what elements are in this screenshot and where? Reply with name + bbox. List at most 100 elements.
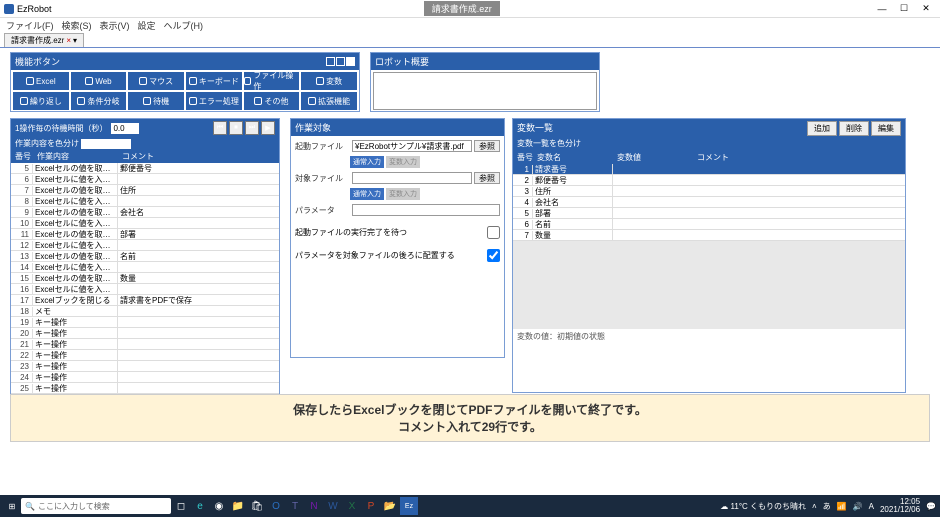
wifi-icon[interactable]: 📶 (837, 502, 847, 511)
var-row[interactable]: 7数量 (513, 230, 905, 241)
color-input[interactable] (81, 139, 131, 149)
ops-row[interactable]: 24キー操作 (11, 372, 279, 383)
var-row[interactable]: 1請求番号 (513, 164, 905, 175)
ime-icon[interactable]: あ (823, 501, 831, 512)
fn-button-6[interactable]: 繰り返し (13, 92, 69, 110)
ops-row[interactable]: 11Excelセルの値を取…部署 (11, 229, 279, 240)
var-row[interactable]: 5部署 (513, 208, 905, 219)
store-icon[interactable]: 🛍 (248, 497, 266, 515)
explorer-icon[interactable]: 📁 (229, 497, 247, 515)
tab-dropdown-icon[interactable]: ▾ (73, 36, 77, 45)
ops-row[interactable]: 18メモ (11, 306, 279, 317)
var-edit-button[interactable]: 編集 (871, 121, 901, 136)
maximize-button[interactable]: ☐ (894, 2, 914, 16)
taskbar-search[interactable]: 🔍 ここに入力して検索 (21, 498, 171, 514)
ime-a-icon[interactable]: A (869, 502, 874, 511)
clock-date[interactable]: 2021/12/06 (880, 506, 920, 514)
ops-row[interactable]: 14Excelセルに値を入… (11, 262, 279, 273)
folder-icon[interactable]: 📂 (381, 497, 399, 515)
ops-row[interactable]: 17Excelブックを閉じる請求書をPDFで保存 (11, 295, 279, 306)
ops-row[interactable]: 16Excelセルに値を入… (11, 284, 279, 295)
teams-icon[interactable]: T (286, 497, 304, 515)
ops-row[interactable]: 20キー操作 (11, 328, 279, 339)
task-view-icon[interactable]: ◻ (172, 497, 190, 515)
ops-row[interactable]: 6Excelセルに値を入… (11, 174, 279, 185)
ops-row[interactable]: 15Excelセルの値を取…数量 (11, 273, 279, 284)
var-row[interactable]: 4会社名 (513, 197, 905, 208)
ops-row[interactable]: 25キー操作 (11, 383, 279, 394)
ops-row[interactable]: 12Excelセルに値を入… (11, 240, 279, 251)
var-del-button[interactable]: 削除 (839, 121, 869, 136)
menu-settings[interactable]: 設定 (138, 19, 156, 32)
fn-button-3[interactable]: キーボード (186, 72, 242, 90)
fn-button-2[interactable]: マウス (128, 72, 184, 90)
tab-close-icon[interactable]: × (66, 36, 71, 45)
close-button[interactable]: ✕ (916, 2, 936, 16)
var-add-button[interactable]: 追加 (807, 121, 837, 136)
onenote-icon[interactable]: N (305, 497, 323, 515)
fn-button-5[interactable]: 変数 (301, 72, 357, 90)
wait-run-checkbox[interactable] (487, 226, 500, 239)
fn-button-4[interactable]: ファイル操作 (244, 72, 300, 90)
weather-widget[interactable]: ☁ 11°C くもりのち晴れ (720, 501, 806, 512)
menu-file[interactable]: ファイル(F) (6, 19, 54, 32)
ops-row[interactable]: 13Excelセルの値を取…名前 (11, 251, 279, 262)
ops-row[interactable]: 19キー操作 (11, 317, 279, 328)
banner-line1: 保存したらExcelブックを閉じてPDFファイルを開いて終了です。 (293, 401, 647, 418)
normal-input-button[interactable]: 通常入力 (350, 156, 384, 168)
fn-button-11[interactable]: 拡張機能 (301, 92, 357, 110)
var-row[interactable]: 2郵便番号 (513, 175, 905, 186)
chrome-icon[interactable]: ◉ (210, 497, 228, 515)
fn-button-1[interactable]: Web (71, 72, 127, 90)
launch-ref-button[interactable]: 参照 (474, 140, 500, 152)
menubar: ファイル(F) 検索(S) 表示(V) 設定 ヘルプ(H) (0, 18, 940, 32)
start-button[interactable]: ⊞ (4, 498, 20, 514)
wait-time-input[interactable] (111, 123, 139, 134)
tray-chevron-icon[interactable]: ˄ (812, 502, 817, 511)
fn-button-9[interactable]: エラー処理 (186, 92, 242, 110)
menu-search[interactable]: 検索(S) (62, 19, 92, 32)
target-file-input[interactable] (352, 172, 472, 184)
ops-row[interactable]: 5Excelセルの値を取…郵便番号 (11, 163, 279, 174)
ops-row[interactable]: 23キー操作 (11, 361, 279, 372)
volume-icon[interactable]: 🔊 (853, 502, 863, 511)
fn-button-0[interactable]: Excel (13, 72, 69, 90)
place-after-checkbox[interactable] (487, 249, 500, 262)
ops-row[interactable]: 21キー操作 (11, 339, 279, 350)
tab-document[interactable]: 請求書作成.ezr × ▾ (4, 33, 84, 47)
ops-row[interactable]: 7Excelセルの値を取…住所 (11, 185, 279, 196)
fn-button-10[interactable]: その他 (244, 92, 300, 110)
ops-row[interactable]: 10Excelセルに値を入… (11, 218, 279, 229)
ops-row[interactable]: 9Excelセルの値を取…会社名 (11, 207, 279, 218)
play-icon[interactable]: ▶ (261, 121, 275, 135)
stop-icon[interactable]: ⏹ (229, 121, 243, 135)
normal-input-button-2[interactable]: 通常入力 (350, 188, 384, 200)
powerpoint-icon[interactable]: P (362, 497, 380, 515)
var-input-button[interactable]: 変数入力 (386, 156, 420, 168)
panel-title: 作業対象 (295, 121, 331, 134)
menu-view[interactable]: 表示(V) (100, 19, 130, 32)
edge-icon[interactable]: e (191, 497, 209, 515)
fn-button-8[interactable]: 待機 (128, 92, 184, 110)
param-input[interactable] (352, 204, 500, 216)
step-icon[interactable]: ⏭ (245, 121, 259, 135)
target-ref-button[interactable]: 参照 (474, 172, 500, 184)
var-row[interactable]: 3住所 (513, 186, 905, 197)
outlook-icon[interactable]: O (267, 497, 285, 515)
var-input-button-2[interactable]: 変数入力 (386, 188, 420, 200)
ezrobot-taskbar-icon[interactable]: Ez (400, 497, 418, 515)
menu-help[interactable]: ヘルプ(H) (164, 19, 204, 32)
launch-file-input[interactable] (352, 140, 472, 152)
notification-icon[interactable]: 💬 (926, 502, 936, 511)
rewind-icon[interactable]: ⏮ (213, 121, 227, 135)
word-icon[interactable]: W (324, 497, 342, 515)
var-row[interactable]: 6名前 (513, 219, 905, 230)
minimize-button[interactable]: — (872, 2, 892, 16)
fn-button-7[interactable]: 条件分岐 (71, 92, 127, 110)
robot-overview-panel: ロボット概要 (370, 52, 600, 112)
ops-row[interactable]: 22キー操作 (11, 350, 279, 361)
robot-overview-box[interactable] (373, 72, 597, 110)
vars-sub: 変数一覧を色分け (517, 139, 581, 148)
ops-row[interactable]: 8Excelセルに値を入… (11, 196, 279, 207)
excel-icon[interactable]: X (343, 497, 361, 515)
